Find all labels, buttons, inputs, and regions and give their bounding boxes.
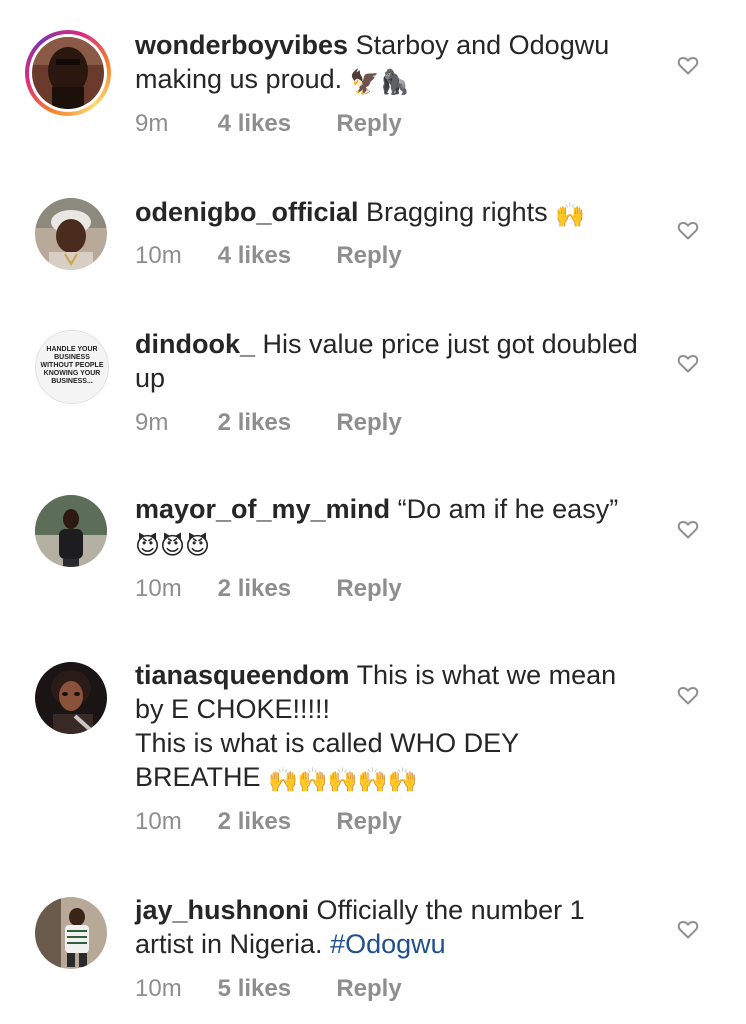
username-link[interactable]: odenigbo_official (135, 197, 359, 227)
reply-button[interactable]: Reply (336, 808, 401, 836)
hashtag-link[interactable]: #Odogwu (330, 929, 446, 959)
comment-meta: 10m 5 likes Reply (135, 975, 402, 1003)
timestamp: 10m (135, 808, 182, 835)
reply-button[interactable]: Reply (336, 975, 401, 1003)
username-link[interactable]: mayor_of_my_mind (135, 494, 390, 524)
story-ring[interactable] (25, 30, 111, 116)
avatar[interactable] (35, 198, 107, 270)
reply-button[interactable]: Reply (336, 575, 401, 603)
comment-meta: 9m 2 likes Reply (135, 409, 402, 437)
devil-face-emoji: 😈😈😈 (135, 533, 211, 560)
reply-button[interactable]: Reply (336, 110, 401, 138)
likes-count[interactable]: 5 likes (218, 975, 330, 1003)
svg-text:BUSINESS: BUSINESS (54, 354, 90, 361)
likes-count[interactable]: 2 likes (218, 409, 330, 437)
likes-count[interactable]: 4 likes (218, 242, 330, 270)
timestamp: 9m (135, 110, 169, 137)
heart-outline-icon[interactable] (676, 517, 700, 541)
svg-text:KNOWING YOUR: KNOWING YOUR (44, 370, 101, 377)
comment-meta: 9m 4 likes Reply (135, 110, 402, 138)
username-link[interactable]: tianasqueendom (135, 660, 350, 690)
likes-count[interactable]: 2 likes (218, 575, 330, 603)
timestamp: 10m (135, 575, 182, 602)
heart-outline-icon[interactable] (676, 917, 700, 941)
comment-text-block: jay_hushnoni Officially the number 1 art… (135, 893, 645, 961)
heart-outline-icon[interactable] (676, 683, 700, 707)
comment-text: “Do am if he easy” (397, 494, 619, 524)
likes-count[interactable]: 2 likes (218, 808, 330, 836)
timestamp: 9m (135, 409, 169, 436)
comment-meta: 10m 2 likes Reply (135, 808, 402, 836)
avatar[interactable]: HANDLE YOUR BUSINESS WITHOUT PEOPLE KNOW… (35, 330, 109, 404)
eagle-gorilla-emoji: 🦅🦍 (349, 69, 410, 96)
svg-text:HANDLE YOUR: HANDLE YOUR (46, 346, 97, 353)
raising-hands-emoji: 🙌 (555, 202, 586, 229)
avatar[interactable] (32, 37, 104, 109)
svg-text:WITHOUT PEOPLE: WITHOUT PEOPLE (41, 362, 104, 369)
comment-text-block: tianasqueendom This is what we mean by E… (135, 658, 645, 795)
timestamp: 10m (135, 242, 182, 269)
likes-count[interactable]: 4 likes (218, 110, 330, 138)
reply-button[interactable]: Reply (336, 242, 401, 270)
comment-text: Bragging rights (366, 197, 548, 227)
comment-text-block: dindook_ His value price just got double… (135, 327, 645, 395)
heart-outline-icon[interactable] (676, 351, 700, 375)
reply-button[interactable]: Reply (336, 409, 401, 437)
username-link[interactable]: dindook_ (135, 329, 255, 359)
avatar[interactable] (35, 662, 107, 734)
username-link[interactable]: wonderboyvibes (135, 30, 348, 60)
heart-outline-icon[interactable] (676, 53, 700, 77)
raising-hands-emoji: 🙌🙌🙌🙌🙌 (268, 767, 418, 794)
heart-outline-icon[interactable] (676, 218, 700, 242)
comment-text-block: wonderboyvibes Starboy and Odogwu making… (135, 28, 645, 97)
comment-meta: 10m 2 likes Reply (135, 575, 402, 603)
timestamp: 10m (135, 975, 182, 1002)
avatar[interactable] (35, 495, 107, 567)
username-link[interactable]: jay_hushnoni (135, 895, 309, 925)
comment-text-block: mayor_of_my_mind “Do am if he easy” 😈😈😈 (135, 492, 645, 561)
comment-meta: 10m 4 likes Reply (135, 242, 402, 270)
svg-text:BUSINESS...: BUSINESS... (51, 378, 93, 385)
avatar[interactable] (35, 897, 107, 969)
comment-text-block: odenigbo_official Bragging rights 🙌 (135, 195, 645, 230)
